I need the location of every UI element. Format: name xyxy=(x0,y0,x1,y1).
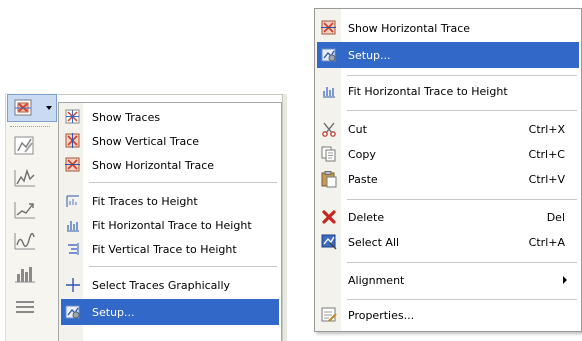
menu-item-fit-horizontal-trace[interactable]: Fit Horizontal Trace to Height xyxy=(317,79,579,103)
menu-item-label: Fit Horizontal Trace to Height xyxy=(92,218,252,232)
menu-item-label: Setup... xyxy=(348,48,391,62)
copy-icon xyxy=(318,143,340,165)
menu-item-label: Fit Horizontal Trace to Height xyxy=(348,84,508,98)
peak-graph-icon[interactable] xyxy=(12,166,38,190)
shortcut-label: Ctrl+C xyxy=(528,147,565,161)
setup-icon xyxy=(62,301,84,323)
menu-item-label: Show Traces xyxy=(92,110,161,124)
menu-item-select-all[interactable]: Select All Ctrl+A xyxy=(317,230,579,254)
shortcut-label: Del xyxy=(546,210,565,224)
menu-item-fit-traces-to-height[interactable]: Fit Traces to Height xyxy=(61,189,279,213)
fit-vertical-icon xyxy=(62,238,84,260)
menu-item-show-traces[interactable]: Show Traces xyxy=(61,105,279,129)
menu-item-properties[interactable]: Properties... xyxy=(317,303,579,327)
menu-item-label: Show Horizontal Trace xyxy=(92,158,215,172)
menu-separator xyxy=(89,182,277,183)
menu-separator xyxy=(347,110,577,111)
window-edge xyxy=(58,94,286,95)
menu-separator xyxy=(347,75,577,76)
menu-item-setup[interactable]: Setup... xyxy=(317,42,579,68)
menu-item-label: Alignment xyxy=(348,273,405,287)
menu-item-cut[interactable]: Cut Ctrl+X xyxy=(317,117,579,141)
menu-item-label: Fit Vertical Trace to Height xyxy=(92,242,237,256)
scissors-icon xyxy=(318,118,340,140)
menu-item-fit-vertical-trace[interactable]: Fit Vertical Trace to Height xyxy=(61,237,279,261)
menu-separator xyxy=(347,262,577,263)
edit-graph-icon[interactable] xyxy=(12,134,38,158)
histogram-icon[interactable] xyxy=(12,262,38,286)
setup-icon xyxy=(318,44,340,66)
menu-item-paste[interactable]: Paste Ctrl+V xyxy=(317,167,579,191)
delete-icon xyxy=(318,206,340,228)
menu-item-show-horizontal-trace[interactable]: Show Horizontal Trace xyxy=(317,16,579,40)
menu-item-fit-horizontal-trace[interactable]: Fit Horizontal Trace to Height xyxy=(61,213,279,237)
menu-separator xyxy=(347,299,577,300)
menu-item-label: Select Traces Graphically xyxy=(92,278,231,292)
shortcut-label: Ctrl+A xyxy=(528,235,565,249)
submenu-arrow-icon xyxy=(563,276,567,284)
vertical-trace-icon xyxy=(62,130,84,152)
traces-dropdown-menu: Show Traces Show Vertical Trace Show Hor… xyxy=(58,102,282,341)
menu-separator xyxy=(89,266,277,267)
menu-item-label: Copy xyxy=(348,147,376,161)
chevron-down-icon xyxy=(46,106,52,110)
menu-item-copy[interactable]: Copy Ctrl+C xyxy=(317,142,579,166)
wave-graph-icon[interactable] xyxy=(12,229,38,253)
horizontal-trace-icon xyxy=(62,154,84,176)
menu-item-label: Cut xyxy=(348,122,367,136)
shortcut-label: Ctrl+V xyxy=(528,172,565,186)
toolbar-separator xyxy=(10,126,50,128)
menu-item-label: Properties... xyxy=(348,308,415,322)
context-menu: Show Horizontal Trace Setup... Fit Horiz… xyxy=(314,8,582,332)
traces-icon xyxy=(14,99,32,116)
paste-icon xyxy=(318,168,340,190)
menu-item-label: Show Horizontal Trace xyxy=(348,21,471,35)
fit-traces-icon xyxy=(62,190,84,212)
fit-horizontal-icon xyxy=(62,214,84,236)
menu-item-label: Paste xyxy=(348,172,378,186)
menu-item-delete[interactable]: Delete Del xyxy=(317,205,579,229)
scrollbar[interactable] xyxy=(282,94,287,341)
select-all-icon xyxy=(318,231,340,253)
menu-item-show-horizontal-trace[interactable]: Show Horizontal Trace xyxy=(61,153,279,177)
menu-item-alignment[interactable]: Alignment xyxy=(317,268,579,292)
menu-separator xyxy=(347,199,577,200)
menu-item-label: Fit Traces to Height xyxy=(92,194,198,208)
menu-item-label: Delete xyxy=(348,210,385,224)
menu-item-label: Setup... xyxy=(92,305,135,319)
shortcut-label: Ctrl+X xyxy=(528,122,565,136)
menu-item-select-traces-graphically[interactable]: Select Traces Graphically xyxy=(61,273,279,297)
crosshair-icon xyxy=(62,274,84,296)
menu-item-label: Show Vertical Trace xyxy=(92,134,200,148)
fit-horizontal-icon xyxy=(318,80,340,102)
menu-item-setup[interactable]: Setup... xyxy=(61,299,279,325)
properties-icon xyxy=(318,304,340,326)
traces-icon xyxy=(62,106,84,128)
trend-graph-icon[interactable] xyxy=(12,198,38,222)
stack-graph-icon[interactable] xyxy=(12,295,38,319)
traces-dropdown-button[interactable] xyxy=(7,94,57,122)
menu-item-label: Select All xyxy=(348,235,400,249)
menu-item-show-vertical-trace[interactable]: Show Vertical Trace xyxy=(61,129,279,153)
horizontal-trace-icon xyxy=(318,17,340,39)
